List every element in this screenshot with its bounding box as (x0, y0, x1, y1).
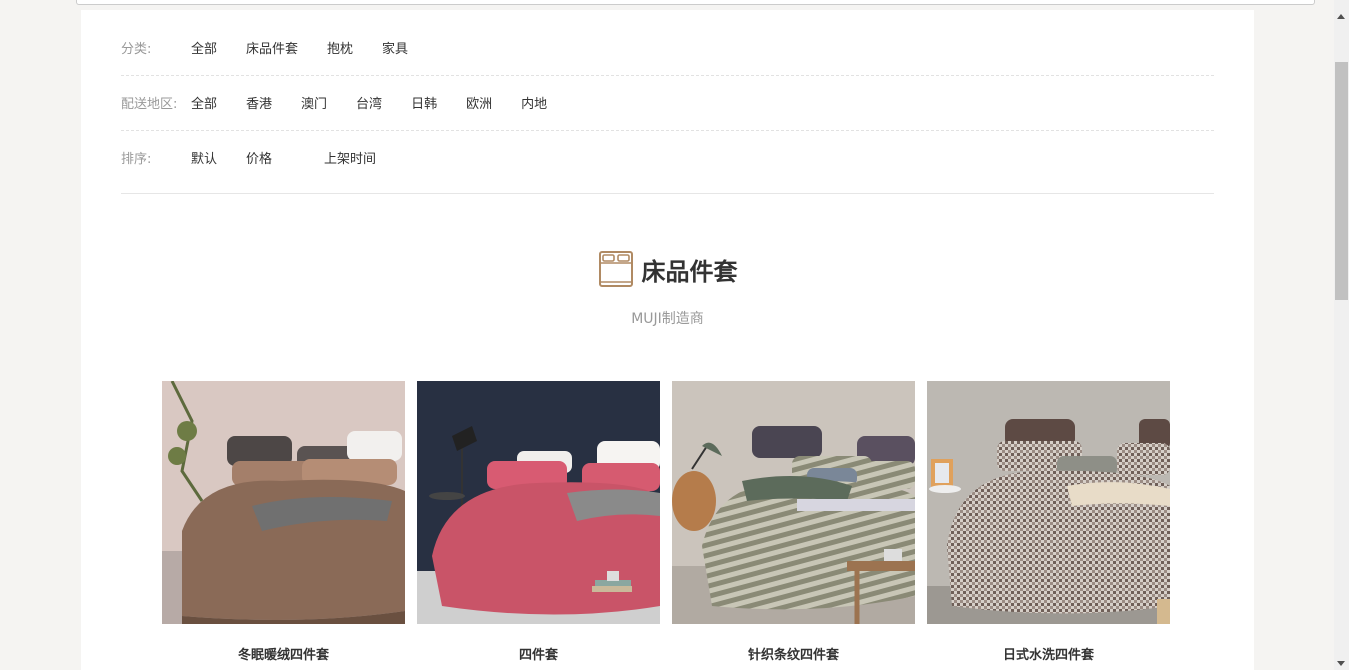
section-header: 床品件套 (81, 250, 1254, 288)
region-filter-label: 配送地区: (121, 97, 178, 112)
category-option-bedding[interactable]: 床品件套 (246, 38, 298, 57)
sort-filter-row: 排序: 默认 价格 上架时间 (121, 130, 1214, 194)
sort-option-default[interactable]: 默认 (191, 148, 217, 167)
product-image[interactable] (162, 381, 405, 624)
vertical-scrollbar[interactable] (1334, 0, 1349, 670)
product-name[interactable]: 针织条纹四件套 (672, 644, 915, 663)
product-card[interactable]: 冬眠暖绒四件套 (162, 381, 405, 663)
sort-filter-label: 排序: (121, 152, 152, 167)
region-option-macau[interactable]: 澳门 (301, 93, 327, 112)
product-name[interactable]: 四件套 (417, 644, 660, 663)
region-option-hongkong[interactable]: 香港 (246, 93, 272, 112)
scroll-up-arrow-icon[interactable] (1337, 14, 1345, 19)
region-filter-row: 配送地区: 全部 香港 澳门 台湾 日韩 欧洲 内地 (121, 75, 1214, 131)
region-option-japan-korea[interactable]: 日韩 (411, 93, 437, 112)
product-card[interactable]: 日式水洗四件套 (927, 381, 1170, 663)
sort-option-newest[interactable]: 上架时间 (324, 148, 376, 167)
category-option-furniture[interactable]: 家具 (382, 38, 408, 57)
bed-icon (598, 251, 633, 287)
product-card[interactable]: 针织条纹四件套 (672, 381, 915, 663)
product-image[interactable] (927, 381, 1170, 624)
section-subtitle: MUJI制造商 (631, 311, 704, 327)
product-name[interactable]: 冬眠暖绒四件套 (162, 644, 405, 663)
category-filter-label: 分类: (121, 42, 152, 57)
product-image[interactable] (417, 381, 660, 624)
region-option-mainland[interactable]: 内地 (521, 93, 547, 112)
product-image[interactable] (672, 381, 915, 624)
product-grid: 冬眠暖绒四件套 四件套 针织条纹四件套 日式水洗四件套 (162, 381, 1170, 663)
scrollbar-thumb[interactable] (1335, 62, 1348, 300)
content-panel: 分类: 全部 床品件套 抱枕 家具 配送地区: 全部 香港 澳门 台湾 日韩 欧… (81, 10, 1254, 670)
region-option-all[interactable]: 全部 (191, 93, 217, 112)
category-filter-row: 分类: 全部 床品件套 抱枕 家具 (121, 20, 1214, 76)
section-title: 床品件套 (641, 257, 738, 286)
scroll-down-arrow-icon[interactable] (1337, 661, 1345, 666)
product-name[interactable]: 日式水洗四件套 (927, 644, 1170, 663)
address-bar[interactable] (76, 0, 1315, 5)
category-option-all[interactable]: 全部 (191, 38, 217, 57)
sort-option-price[interactable]: 价格 (246, 148, 272, 167)
region-option-europe[interactable]: 欧洲 (466, 93, 492, 112)
product-card[interactable]: 四件套 (417, 381, 660, 663)
category-option-pillow[interactable]: 抱枕 (327, 38, 353, 57)
region-option-taiwan[interactable]: 台湾 (356, 93, 382, 112)
